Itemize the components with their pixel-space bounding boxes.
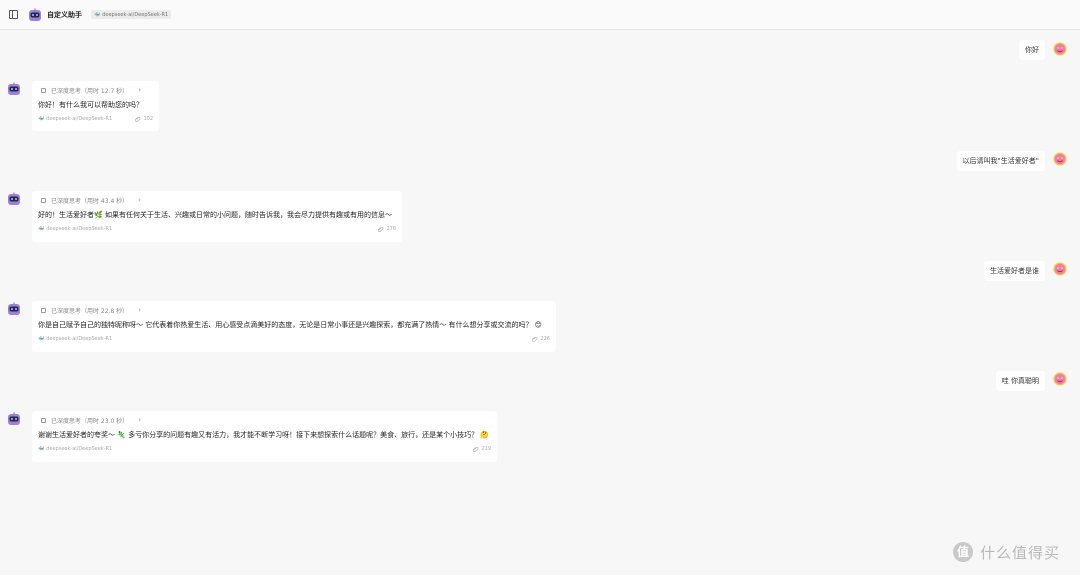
thinking-label: 已深度思考（用时 23.0 秒） [51,417,129,425]
assistant-message-text: 谢谢生活爱好者的夸奖～ 🦎 多亏你分享的问题有趣又有活力，我才能不断学习呀！接下… [38,431,490,439]
user-message: 哇 你真聪明 [995,371,1045,391]
thinking-label: 已深度思考（用时 12.7 秒） [51,87,129,95]
assistant-message-text: 好的！生活爱好者🌿 如果有任何关于生活、兴趣或日常的小问题，随时告诉我，我会尽力… [38,211,392,219]
paperclip-icon [473,446,479,452]
thinking-icon [41,417,46,423]
watermark-text: 什么值得买 [980,544,1061,562]
thinking-toggle[interactable]: 已深度思考（用时 43.4 秒） › [38,191,396,209]
chevron-right-icon: › [138,306,141,314]
token-count: 219 [481,446,491,452]
assistant-avatar [7,302,21,316]
sidebar-toggle-icon[interactable] [9,10,18,19]
assistant-avatar [7,412,21,426]
top-bar: 自定义助手 🐳 deepseek-ai/DeepSeek-R1 [0,0,1080,30]
whale-icon: 🐳 [38,446,45,452]
model-badge-label: deepseek-ai/DeepSeek-R1 [102,11,169,18]
paperclip-icon [378,226,384,232]
user-message-text: 哇 你真聪明 [1001,377,1039,385]
message-model: deepseek-ai/DeepSeek-R1 [46,116,113,122]
chevron-right-icon: › [138,86,141,94]
user-message-text: 生活爱好者是谁 [990,267,1039,275]
assistant-message: 已深度思考（用时 12.7 秒） › 你好！有什么我可以帮助您的吗？ 🐳 deep… [32,81,159,131]
user-avatar [1053,152,1067,166]
token-count: 102 [143,116,153,122]
thinking-label: 已深度思考（用时 22.8 秒） [51,307,129,315]
assistant-message-text: 你好！有什么我可以帮助您的吗？ [38,101,143,109]
message-model: deepseek-ai/DeepSeek-R1 [46,336,113,342]
user-message-text: 你好 [1025,46,1039,54]
user-avatar [1053,42,1067,56]
chevron-right-icon: › [138,196,141,204]
chevron-right-icon: › [138,416,141,424]
user-avatar [1053,262,1067,276]
whale-icon: 🐳 [38,336,45,342]
whale-icon: 🐳 [38,116,45,122]
assistant-avatar [7,192,21,206]
thinking-toggle[interactable]: 已深度思考（用时 12.7 秒） › [38,81,153,99]
thinking-toggle[interactable]: 已深度思考（用时 22.8 秒） › [38,301,550,319]
message-meta: 🐳 deepseek-ai/DeepSeek-R1 276 [38,226,396,232]
model-badge[interactable]: 🐳 deepseek-ai/DeepSeek-R1 [91,10,172,19]
thinking-icon [41,307,46,313]
message-meta: 🐳 deepseek-ai/DeepSeek-R1 219 [38,446,491,452]
message-meta: 🐳 deepseek-ai/DeepSeek-R1 102 [38,116,153,122]
assistant-message: 已深度思考（用时 43.4 秒） › 好的！生活爱好者🌿 如果有任何关于生活、兴… [32,191,402,242]
thinking-toggle[interactable]: 已深度思考（用时 23.0 秒） › [38,411,491,429]
thinking-icon [41,87,46,93]
whale-icon: 🐳 [94,11,101,18]
watermark-logo: 值 [953,542,973,562]
assistant-message: 已深度思考（用时 22.8 秒） › 你是自己赋予自己的独特昵称呀～ 它代表着你… [32,301,556,352]
message-model: deepseek-ai/DeepSeek-R1 [46,446,113,452]
paperclip-icon [532,336,538,342]
thinking-label: 已深度思考（用时 43.4 秒） [51,197,129,205]
user-message-text: 以后请叫我"生活爱好者" [962,157,1039,165]
user-avatar [1053,372,1067,386]
user-message: 生活爱好者是谁 [984,261,1045,281]
assistant-avatar [28,8,42,22]
assistant-avatar [7,82,21,96]
whale-icon: 🐳 [38,226,45,232]
assistant-message-text: 你是自己赋予自己的独特昵称呀～ 它代表着你热爱生活、用心感受点滴美好的态度，无论… [38,321,542,329]
token-count: 276 [386,226,396,232]
assistant-title: 自定义助手 [47,11,82,19]
message-meta: 🐳 deepseek-ai/DeepSeek-R1 226 [38,336,550,342]
paperclip-icon [135,116,141,122]
assistant-message: 已深度思考（用时 23.0 秒） › 谢谢生活爱好者的夸奖～ 🦎 多亏你分享的问… [32,411,497,462]
message-model: deepseek-ai/DeepSeek-R1 [46,226,113,232]
user-message: 以后请叫我"生活爱好者" [956,151,1045,171]
token-count: 226 [540,336,550,342]
user-message: 你好 [1019,40,1045,60]
thinking-icon [41,197,46,203]
